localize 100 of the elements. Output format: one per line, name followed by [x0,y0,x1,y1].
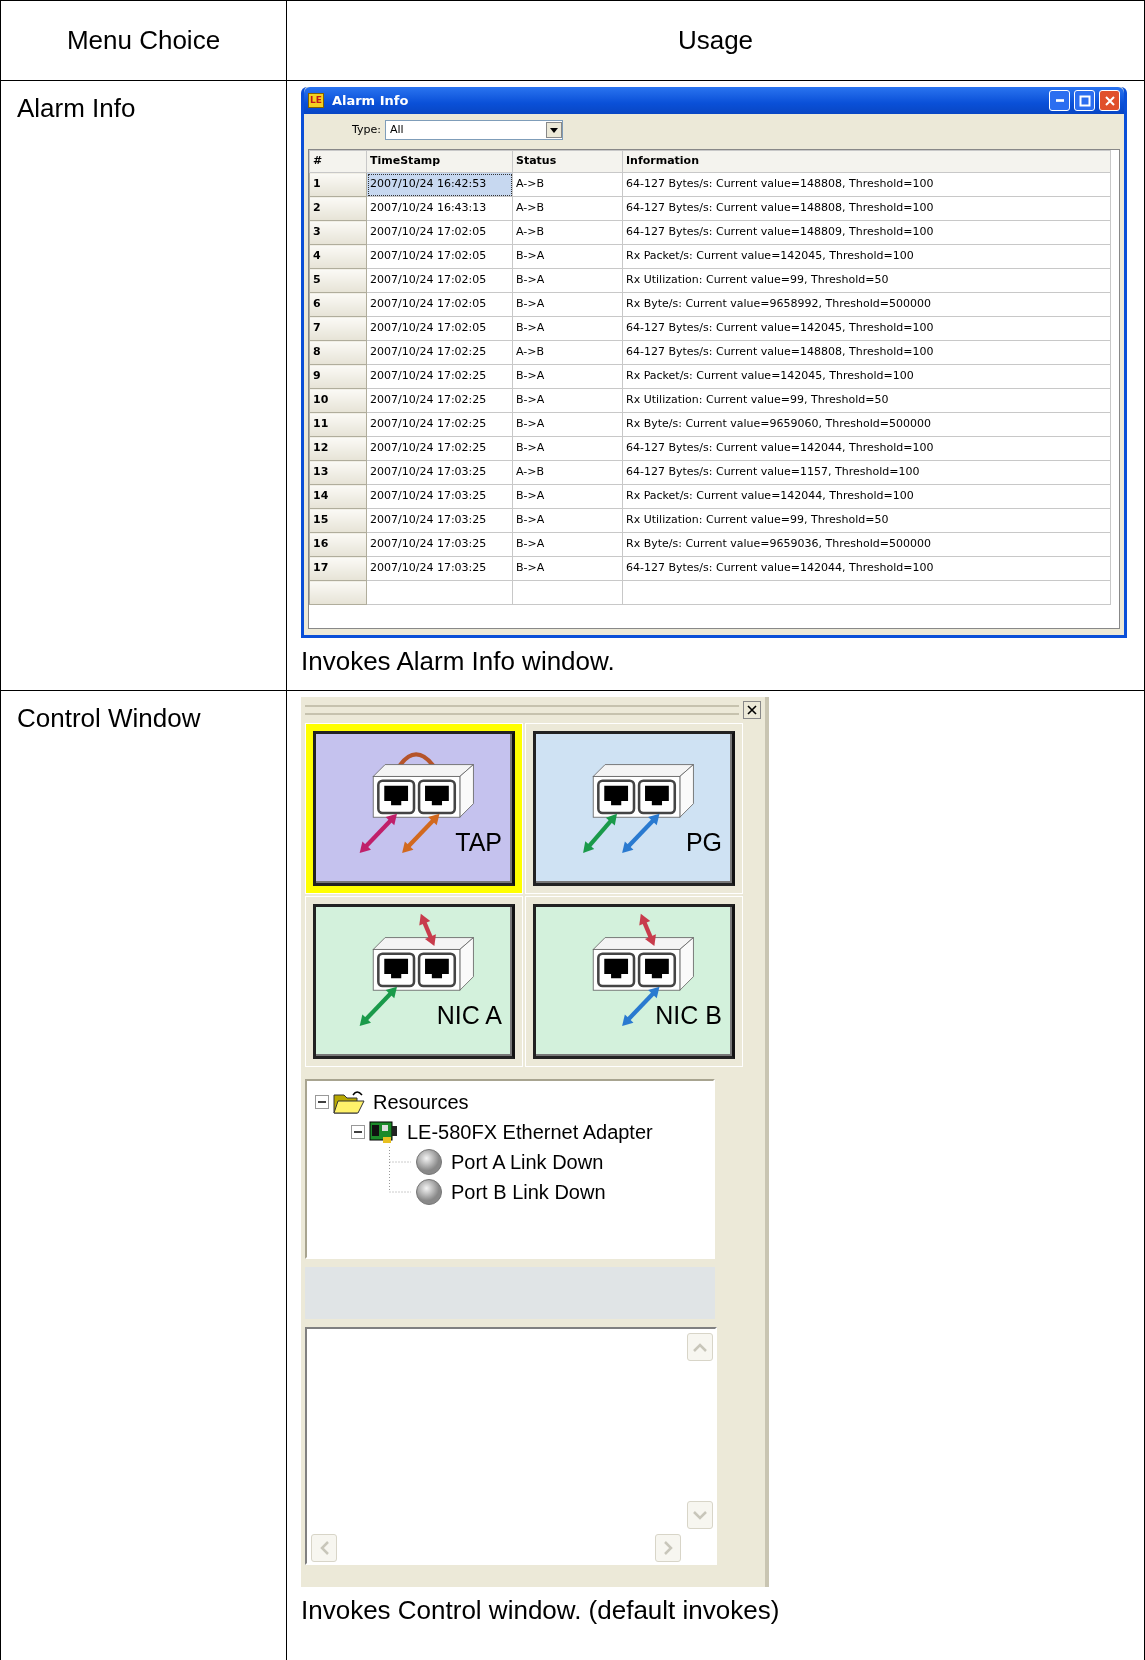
table-cell: B->A [512,316,623,341]
table-cell: A->B [512,460,623,485]
tree-item[interactable]: Resources [373,1087,469,1117]
table-cell: 2007/10/24 17:02:05 [366,244,513,269]
table-cell: Rx Utilization: Current value=99, Threshold=50 [622,388,1111,413]
tree-item[interactable]: Port B Link Down [451,1177,606,1207]
close-icon [1103,94,1116,107]
row-header[interactable]: 13 [309,460,367,485]
row-header[interactable]: 11 [309,412,367,437]
row-header[interactable]: 15 [309,508,367,533]
app-icon: LE [308,93,324,108]
table-cell: 2007/10/24 17:03:25 [366,460,513,485]
row-header[interactable]: 1 [309,172,367,197]
row-header[interactable]: 3 [309,220,367,245]
table-cell: 64-127 Bytes/s: Current value=148808, Threshold=100 [622,196,1111,221]
table-cell: 64-127 Bytes/s: Current value=148809, Threshold=100 [622,220,1111,245]
table-cell: B->A [512,388,623,413]
table-cell: B->A [512,244,623,269]
status-light-icon [415,1148,443,1176]
maximize-button[interactable] [1074,90,1095,111]
table-cell: B->A [512,556,623,581]
table-cell: B->A [512,484,623,509]
type-dropdown[interactable]: All [385,120,563,140]
row-header[interactable]: 9 [309,364,367,389]
table-cell: 64-127 Bytes/s: Current value=1157, Threshold=100 [622,460,1111,485]
table-cell: Rx Packet/s: Current value=142044, Threshold=100 [622,484,1111,509]
table-cell: 2007/10/24 17:03:25 [366,484,513,509]
table-cell: 2007/10/24 17:02:05 [366,268,513,293]
table-cell: 2007/10/24 17:03:25 [366,532,513,557]
filter-label: Type: [352,121,381,138]
minimize-button[interactable] [1049,90,1070,111]
table-cell: A->B [512,172,623,197]
row-header[interactable]: 16 [309,532,367,557]
usage-description: Invokes Alarm Info window. [301,646,615,678]
circuit-board-icon [369,1120,399,1144]
status-light-icon [415,1178,443,1206]
table-cell: 2007/10/24 17:02:25 [366,388,513,413]
chevron-left-icon [319,1541,329,1555]
table-cell: 2007/10/24 17:02:05 [366,316,513,341]
mode-button[interactable]: TAP [313,731,515,886]
close-button[interactable] [743,701,761,719]
chevron-down-icon [693,1510,707,1520]
table-cell: Rx Byte/s: Current value=9659060, Threshold=500000 [622,412,1111,437]
table-cell: 2007/10/24 17:02:05 [366,292,513,317]
table-cell: 64-127 Bytes/s: Current value=148808, Threshold=100 [622,172,1111,197]
row-header[interactable]: 14 [309,484,367,509]
tree-item[interactable]: Port A Link Down [451,1147,604,1177]
row-header[interactable]: 17 [309,556,367,581]
row-header[interactable]: 10 [309,388,367,413]
dropdown-arrow-icon [550,127,558,133]
table-cell: 2007/10/24 17:02:25 [366,340,513,365]
column-header: # [309,150,367,173]
table-cell: 2007/10/24 17:02:25 [366,364,513,389]
row-header[interactable]: 7 [309,316,367,341]
table-cell: B->A [512,436,623,461]
column-header: Menu Choice [66,25,221,55]
row-header[interactable]: 5 [309,268,367,293]
table-cell: 64-127 Bytes/s: Current value=142044, Threshold=100 [622,436,1111,461]
table-cell: 2007/10/24 17:03:25 [366,556,513,581]
table-cell: Rx Byte/s: Current value=9659036, Threshold=500000 [622,532,1111,557]
minimize-icon [1055,99,1064,102]
table-cell: 2007/10/24 17:02:05 [366,220,513,245]
close-icon [747,705,757,715]
mode-button[interactable]: NIC B [533,904,735,1059]
maximize-icon [1078,94,1091,107]
open-folder-icon [333,1089,365,1115]
table-cell: 2007/10/24 17:03:25 [366,508,513,533]
row-header[interactable]: 12 [309,436,367,461]
table-cell: A->B [512,220,623,245]
chevron-right-icon [663,1541,673,1555]
menu-choice: Control Window [17,703,201,735]
mode-button[interactable]: PG [533,731,735,886]
table-cell: A->B [512,340,623,365]
row-header[interactable]: 4 [309,244,367,269]
table-cell: Rx Utilization: Current value=99, Threshold=50 [622,268,1111,293]
mode-button[interactable]: NIC A [313,904,515,1059]
table-cell: B->A [512,292,623,317]
row-header[interactable]: 6 [309,292,367,317]
table-cell: B->A [512,532,623,557]
row-header[interactable]: 8 [309,340,367,365]
table-cell: B->A [512,508,623,533]
chevron-up-icon [693,1342,707,1352]
column-header: TimeStamp [366,150,513,173]
column-header: Status [512,150,623,173]
menu-choice: Alarm Info [17,93,136,125]
table-cell: B->A [512,412,623,437]
table-cell: Rx Packet/s: Current value=142045, Threshold=100 [622,364,1111,389]
table-cell: B->A [512,268,623,293]
table-cell: Rx Utilization: Current value=99, Threshold=50 [622,508,1111,533]
table-cell: 2007/10/24 17:02:25 [366,412,513,437]
table-cell: Rx Byte/s: Current value=9658992, Threshold=500000 [622,292,1111,317]
table-cell: 2007/10/24 16:42:53 [366,172,513,197]
table-cell: 64-127 Bytes/s: Current value=142045, Threshold=100 [622,316,1111,341]
table-cell: Rx Packet/s: Current value=142045, Threshold=100 [622,244,1111,269]
row-header[interactable]: 2 [309,196,367,221]
table-cell: 64-127 Bytes/s: Current value=148808, Threshold=100 [622,340,1111,365]
table-cell: B->A [512,364,623,389]
column-header: Usage [677,25,754,55]
table-cell: 2007/10/24 16:43:13 [366,196,513,221]
tree-item[interactable]: LE-580FX Ethernet Adapter [407,1117,653,1147]
